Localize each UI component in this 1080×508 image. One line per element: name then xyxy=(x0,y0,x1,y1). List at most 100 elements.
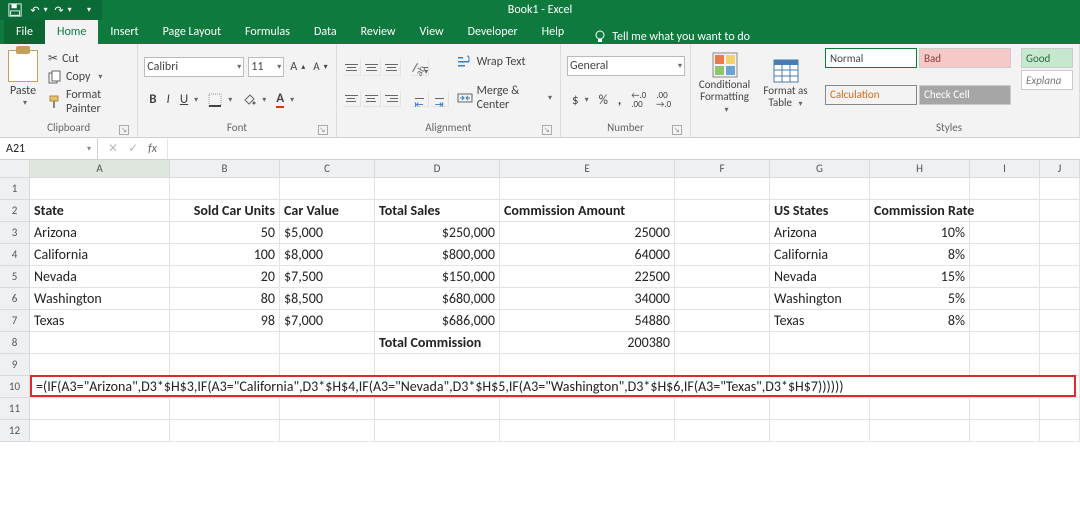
cell[interactable] xyxy=(170,398,280,420)
dialog-launcher-icon[interactable]: ↘ xyxy=(119,125,129,135)
cell[interactable] xyxy=(375,178,500,200)
cell[interactable] xyxy=(970,332,1040,354)
cell[interactable] xyxy=(770,398,870,420)
row-header[interactable]: 3 xyxy=(0,222,30,244)
cell[interactable]: Total Commission xyxy=(375,332,500,354)
cell[interactable]: $8,500 xyxy=(280,288,375,310)
tab-insert[interactable]: Insert xyxy=(98,20,150,44)
font-size-select[interactable]: 11▾ xyxy=(248,57,284,77)
align-middle-button[interactable] xyxy=(363,60,381,76)
tab-page-layout[interactable]: Page Layout xyxy=(151,20,233,44)
cell[interactable]: Nevada xyxy=(30,266,170,288)
tab-formulas[interactable]: Formulas xyxy=(233,20,302,44)
row-header[interactable]: 5 xyxy=(0,266,30,288)
cell[interactable]: Washington xyxy=(30,288,170,310)
row-header[interactable]: 1 xyxy=(0,178,30,200)
cell[interactable] xyxy=(675,354,770,376)
cell[interactable] xyxy=(1040,354,1080,376)
cell[interactable] xyxy=(970,420,1040,442)
dialog-launcher-icon[interactable]: ↘ xyxy=(542,125,552,135)
cell[interactable] xyxy=(1040,222,1080,244)
cell[interactable] xyxy=(970,178,1040,200)
cell[interactable]: Texas xyxy=(30,310,170,332)
font-family-select[interactable]: Calibri▾ xyxy=(144,57,244,77)
cell[interactable] xyxy=(500,420,675,442)
cell[interactable]: 8% xyxy=(870,244,970,266)
cell[interactable] xyxy=(770,332,870,354)
cell[interactable] xyxy=(870,398,970,420)
cell[interactable] xyxy=(770,178,870,200)
formula-bar[interactable] xyxy=(167,138,1080,159)
column-header[interactable]: F xyxy=(675,160,770,178)
cell[interactable]: 100 xyxy=(170,244,280,266)
cell[interactable] xyxy=(770,354,870,376)
row-header[interactable]: 12 xyxy=(0,420,30,442)
cell[interactable] xyxy=(675,222,770,244)
cell[interactable] xyxy=(30,178,170,200)
cell[interactable]: $680,000 xyxy=(375,288,500,310)
cell[interactable]: California xyxy=(30,244,170,266)
decrease-decimal-button[interactable]: .00→.0 xyxy=(651,89,676,111)
cell[interactable] xyxy=(970,288,1040,310)
cut-button[interactable]: ✂ Cut xyxy=(46,50,131,67)
cell[interactable] xyxy=(170,420,280,442)
cell[interactable] xyxy=(675,200,770,222)
cell[interactable]: Arizona xyxy=(770,222,870,244)
insert-function-button[interactable]: fx xyxy=(148,142,157,156)
cell[interactable]: 64000 xyxy=(500,244,675,266)
cell[interactable]: $150,000 xyxy=(375,266,500,288)
cell[interactable]: Car Value xyxy=(280,200,375,222)
merge-center-button[interactable]: Merge & Center ▾ xyxy=(455,83,554,113)
cell[interactable]: Washington xyxy=(770,288,870,310)
cell[interactable]: $7,000 xyxy=(280,310,375,332)
cell[interactable]: US States xyxy=(770,200,870,222)
cell[interactable] xyxy=(1040,288,1080,310)
cell[interactable]: 34000 xyxy=(500,288,675,310)
font-color-button[interactable]: A▾ xyxy=(271,89,299,110)
cell[interactable] xyxy=(30,354,170,376)
cell[interactable]: 54880 xyxy=(500,310,675,332)
cell[interactable] xyxy=(375,354,500,376)
cell[interactable]: 22500 xyxy=(500,266,675,288)
cell[interactable]: $800,000 xyxy=(375,244,500,266)
cell[interactable]: $8,000 xyxy=(280,244,375,266)
tab-data[interactable]: Data xyxy=(302,20,349,44)
tab-help[interactable]: Help xyxy=(530,20,577,44)
align-top-button[interactable] xyxy=(343,60,361,76)
cell[interactable]: Commission Rate xyxy=(870,200,970,222)
row-header[interactable]: 9 xyxy=(0,354,30,376)
style-good[interactable]: Good xyxy=(1021,48,1073,68)
tab-review[interactable]: Review xyxy=(349,20,408,44)
cell[interactable] xyxy=(870,420,970,442)
cell[interactable] xyxy=(675,332,770,354)
column-header[interactable]: I xyxy=(970,160,1040,178)
column-header[interactable]: G xyxy=(770,160,870,178)
accounting-format-button[interactable]: $▾ xyxy=(567,89,594,111)
conditional-formatting-button[interactable]: Conditional Formatting ▾ xyxy=(697,48,752,119)
cell[interactable]: State xyxy=(30,200,170,222)
cell[interactable]: $686,000 xyxy=(375,310,500,332)
bold-button[interactable]: B xyxy=(144,89,161,110)
tab-view[interactable]: View xyxy=(408,20,456,44)
cell[interactable]: 15% xyxy=(870,266,970,288)
cell[interactable] xyxy=(30,332,170,354)
cell[interactable] xyxy=(500,354,675,376)
style-calculation[interactable]: Calculation xyxy=(825,85,917,105)
cell[interactable] xyxy=(970,398,1040,420)
borders-button[interactable]: ▾ xyxy=(203,89,237,110)
cancel-formula-icon[interactable]: ✕ xyxy=(108,141,118,156)
tab-home[interactable]: Home xyxy=(45,20,98,44)
cell[interactable] xyxy=(675,244,770,266)
percent-format-button[interactable]: % xyxy=(594,89,613,111)
decrease-font-button[interactable]: A▾ xyxy=(311,59,329,74)
align-bottom-button[interactable] xyxy=(383,60,401,76)
cell-styles-gallery[interactable]: Normal Bad Calculation Check Cell xyxy=(825,48,1015,119)
column-header[interactable]: D xyxy=(375,160,500,178)
cell[interactable] xyxy=(1040,178,1080,200)
cell[interactable] xyxy=(375,398,500,420)
cell[interactable]: 80 xyxy=(170,288,280,310)
cell[interactable] xyxy=(675,288,770,310)
column-header[interactable]: H xyxy=(870,160,970,178)
cell[interactable]: Sold Car Units xyxy=(170,200,280,222)
cell[interactable] xyxy=(870,332,970,354)
